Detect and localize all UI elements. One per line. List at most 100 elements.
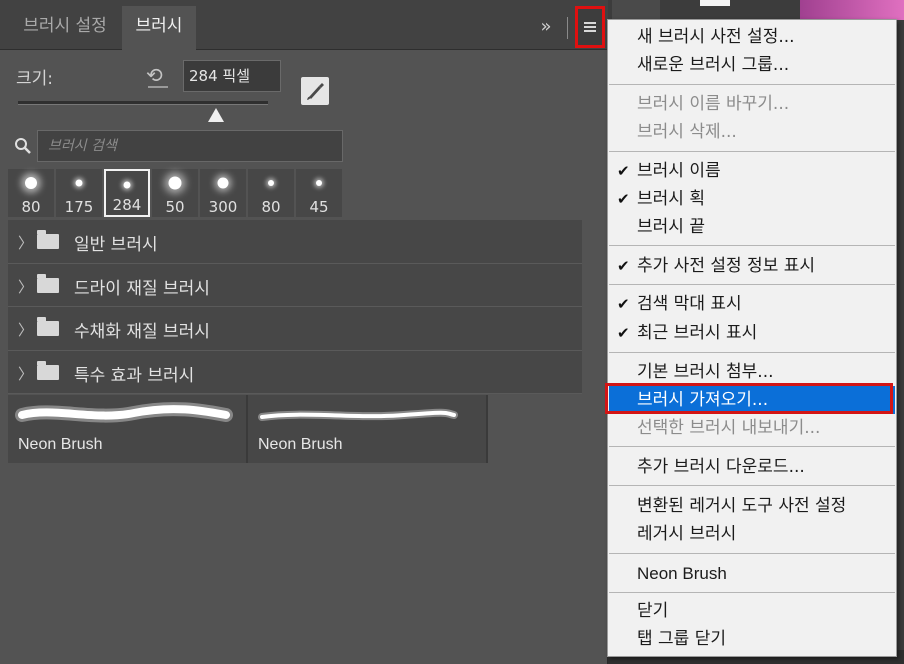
menu-separator xyxy=(609,485,895,486)
menu-close-tab-group[interactable]: 탭 그룹 닫기 xyxy=(609,625,895,653)
canvas-edge xyxy=(700,0,730,6)
brush-search-input[interactable]: 브러시 검색 xyxy=(37,130,343,162)
brush-groups: 〉 일반 브러시 〉 드라이 재질 브러시 〉 수채화 재질 브러시 〉 특수 효과 브러시 xyxy=(8,220,582,394)
reset-icon[interactable]: ⟲ xyxy=(146,64,170,88)
recent-brush-tile[interactable]: 80 xyxy=(248,169,294,217)
folder-icon xyxy=(37,317,59,336)
menu-show-recent[interactable]: ✔ 최근 브러시 표시 xyxy=(609,319,895,347)
menu-separator xyxy=(609,352,895,353)
tab-separator xyxy=(567,17,568,39)
folder-icon xyxy=(37,360,59,380)
menu-show-search-bar-label: 검색 막대 표시 xyxy=(637,294,742,314)
brush-tip-preview xyxy=(316,180,322,186)
menu-separator xyxy=(609,245,895,246)
menu-brush-stroke[interactable]: ✔ 브러시 획 xyxy=(609,185,895,213)
menu-separator xyxy=(609,151,895,152)
menu-separator xyxy=(609,446,895,447)
brush-group-row[interactable]: 〉 특수 효과 브러시 xyxy=(8,350,582,394)
brush-preset-tile[interactable]: Neon Brush xyxy=(248,395,488,463)
brush-group-row[interactable]: 〉 드라이 재질 브러시 xyxy=(8,263,582,307)
brush-tip-preview xyxy=(168,176,182,190)
recent-brush-size: 50 xyxy=(165,198,185,216)
tab-brush-settings[interactable]: 브러시 설정 xyxy=(8,6,122,50)
recent-brush-tile[interactable]: 50 xyxy=(152,169,198,217)
brush-preset-name: Neon Brush xyxy=(258,436,343,453)
panel-tab-bar: 브러시 설정 브러시 » xyxy=(0,0,608,50)
menu-separator xyxy=(609,84,895,85)
chevron-right-icon[interactable]: 〉 xyxy=(18,319,33,340)
brush-preset-name: Neon Brush xyxy=(18,436,103,453)
new-brush-icon[interactable] xyxy=(301,77,329,105)
size-slider-thumb[interactable] xyxy=(207,108,224,122)
brush-list: Neon Brush Neon Brush xyxy=(8,395,490,463)
brush-tip-preview xyxy=(75,179,83,187)
brush-group-row[interactable]: 〉 수채화 재질 브러시 xyxy=(8,307,582,351)
chevron-right-icon[interactable]: 〉 xyxy=(18,232,33,253)
menu-brush-name[interactable]: ✔ 브러시 이름 xyxy=(609,157,895,185)
brush-group-label: 일반 브러시 xyxy=(74,235,158,255)
menu-separator xyxy=(609,284,895,285)
recent-brush-tile[interactable]: 175 xyxy=(56,169,102,217)
brush-tip-preview xyxy=(217,177,229,189)
collapse-panel-button[interactable]: » xyxy=(533,14,559,40)
brush-tip-preview xyxy=(123,181,131,189)
size-slider[interactable] xyxy=(18,101,268,105)
recent-brush-size: 284 xyxy=(112,196,142,214)
chevron-right-icon[interactable]: 〉 xyxy=(18,276,33,297)
panel-flyout-menu: 새 브러시 사전 설정... 새로운 브러시 그룹... 브러시 이름 바꾸기.… xyxy=(607,19,897,657)
recent-brushes: 80 175 284 50 300 80 45 xyxy=(8,169,343,217)
brush-group-label: 특수 효과 브러시 xyxy=(74,365,195,386)
menu-show-recent-label: 최근 브러시 표시 xyxy=(637,323,758,343)
brush-group-row[interactable]: 〉 일반 브러시 xyxy=(8,220,582,264)
recent-brush-size: 300 xyxy=(208,198,238,216)
menu-neon-brush[interactable]: Neon Brush xyxy=(609,560,895,588)
recent-brush-size: 45 xyxy=(309,198,329,216)
brush-tip-preview xyxy=(268,180,274,186)
menu-delete[interactable]: 브러시 삭제... xyxy=(609,118,895,146)
menu-brush-stroke-label: 브러시 획 xyxy=(637,189,705,209)
menu-brush-name-label: 브러시 이름 xyxy=(637,161,721,181)
menu-get-more[interactable]: 추가 브러시 다운로드... xyxy=(609,453,895,481)
recent-brush-tile[interactable]: 45 xyxy=(296,169,342,217)
recent-brush-tile[interactable]: 284 xyxy=(104,169,150,217)
menu-convert-legacy[interactable]: 변환된 레거시 도구 사전 설정 xyxy=(609,492,895,520)
menu-export-selected[interactable]: 선택한 브러시 내보내기... xyxy=(609,414,895,442)
menu-rename[interactable]: 브러시 이름 바꾸기... xyxy=(609,90,895,118)
folder-icon xyxy=(37,273,59,293)
check-icon: ✔ xyxy=(617,162,630,180)
highlight-annotation xyxy=(605,383,893,414)
check-icon: ✔ xyxy=(617,295,630,313)
brushes-panel: 브러시 설정 브러시 » 크기: ⟲ 284 픽셀 브러시 검색 80 175 28… xyxy=(0,0,608,664)
tab-brushes[interactable]: 브러시 xyxy=(122,6,196,50)
brush-group-label: 수채화 재질 브러시 xyxy=(74,322,210,342)
menu-close[interactable]: 닫기 xyxy=(609,597,895,625)
menu-separator xyxy=(609,553,895,554)
panel-menu-button[interactable] xyxy=(575,6,605,48)
menu-append-default[interactable]: 기본 브러시 첨부... xyxy=(609,358,895,386)
ruler-strip xyxy=(612,0,660,20)
recent-brush-tile[interactable]: 300 xyxy=(200,169,246,217)
brush-preset-tile[interactable]: Neon Brush xyxy=(8,395,248,463)
brush-stroke-preview xyxy=(258,408,458,421)
folder-icon xyxy=(37,230,59,249)
recent-brush-size: 175 xyxy=(64,198,94,216)
menu-new-preset[interactable]: 새 브러시 사전 설정... xyxy=(609,23,895,51)
menu-legacy-brushes[interactable]: 레거시 브러시 xyxy=(609,520,895,548)
chevron-right-icon[interactable]: 〉 xyxy=(18,363,33,384)
brush-group-label: 드라이 재질 브러시 xyxy=(74,278,210,299)
search-icon xyxy=(14,137,32,155)
brush-tip-preview xyxy=(25,177,37,189)
size-input[interactable]: 284 픽셀 xyxy=(183,60,281,92)
menu-brush-tip[interactable]: 브러시 끝 xyxy=(609,213,895,241)
menu-new-group[interactable]: 새로운 브러시 그룹... xyxy=(609,51,895,79)
check-icon: ✔ xyxy=(617,324,630,342)
canvas-image xyxy=(800,0,904,20)
menu-show-search-bar[interactable]: ✔ 검색 막대 표시 xyxy=(609,290,895,318)
recent-brush-tile[interactable]: 80 xyxy=(8,169,54,217)
recent-brush-size: 80 xyxy=(21,198,41,216)
brush-stroke-preview xyxy=(15,402,233,423)
menu-show-preset-info[interactable]: ✔ 추가 사전 설정 정보 표시 xyxy=(609,252,895,280)
menu-show-preset-info-label: 추가 사전 설정 정보 표시 xyxy=(637,256,816,276)
menu-separator xyxy=(609,592,895,593)
check-icon: ✔ xyxy=(617,257,630,275)
